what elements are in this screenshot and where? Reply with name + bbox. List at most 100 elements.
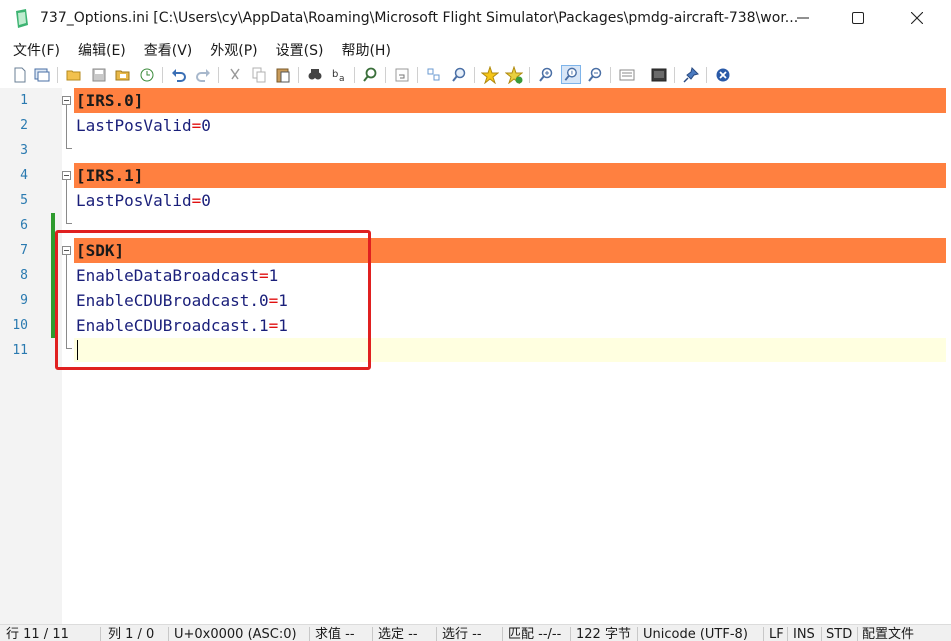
fold-toggle[interactable] xyxy=(62,171,71,180)
window-title: 737_Options.ini [C:\Users\cy\AppData\Roa… xyxy=(40,10,799,26)
status-divider xyxy=(763,627,764,641)
ini-value: 0 xyxy=(201,116,211,135)
replace-icon[interactable]: ba xyxy=(330,66,348,84)
toolbar-separator xyxy=(529,67,530,83)
menu-help[interactable]: 帮助(H) xyxy=(341,40,390,60)
svg-text:a: a xyxy=(339,74,345,84)
menu-edit[interactable]: 编辑(E) xyxy=(78,40,126,60)
browse-icon[interactable] xyxy=(114,66,132,84)
open-folder-icon[interactable] xyxy=(65,66,83,84)
status-column: 列 1 / 0 xyxy=(108,627,155,641)
section-header: [IRS.1] xyxy=(76,166,144,185)
toolbar-separator xyxy=(57,67,58,83)
toolbar-separator xyxy=(706,67,707,83)
redo-icon[interactable] xyxy=(194,66,212,84)
ini-key: LastPosValid xyxy=(76,191,192,210)
schemes-icon[interactable] xyxy=(618,66,636,84)
status-divider xyxy=(570,627,571,641)
split-icon[interactable] xyxy=(425,66,443,84)
line-number: 9 xyxy=(20,293,28,308)
status-divider xyxy=(787,627,788,641)
menu-appearance[interactable]: 外观(P) xyxy=(210,40,257,60)
menu-file[interactable]: 文件(F) xyxy=(13,40,60,60)
toolbar: ba xyxy=(0,62,951,89)
menu-view[interactable]: 查看(V) xyxy=(144,40,193,60)
scheme-config-icon[interactable] xyxy=(650,66,668,84)
undo-icon[interactable] xyxy=(170,66,188,84)
section-highlight xyxy=(74,88,946,113)
line-number: 6 xyxy=(20,218,28,233)
line-number: 11 xyxy=(12,343,28,358)
notepad2-icon xyxy=(16,9,28,28)
toolbar-separator xyxy=(474,67,475,83)
copy-icon[interactable] xyxy=(250,66,268,84)
minimize-button[interactable] xyxy=(774,0,832,36)
status-divider xyxy=(857,627,858,641)
goto-icon[interactable] xyxy=(361,66,379,84)
toolbar-separator xyxy=(298,67,299,83)
menu-bar: 文件(F) 编辑(E) 查看(V) 外观(P) 设置(S) 帮助(H) xyxy=(0,38,951,62)
pin-icon[interactable] xyxy=(682,66,700,84)
status-size: 122 字节 xyxy=(576,627,631,641)
line-number: 7 xyxy=(20,243,28,258)
line-number: 8 xyxy=(20,268,28,283)
maximize-icon xyxy=(852,12,864,24)
editor-area[interactable]: 1 2 3 4 5 6 7 8 9 10 11 [IRS.0] LastPosV… xyxy=(0,88,951,624)
toolbar-separator xyxy=(674,67,675,83)
find-icon[interactable] xyxy=(306,66,324,84)
ini-equals: = xyxy=(191,116,202,135)
status-divider xyxy=(637,627,638,641)
code-line: LastPosValid=0 xyxy=(76,113,211,138)
toolbar-separator xyxy=(162,67,163,83)
line-number: 5 xyxy=(20,193,28,208)
new-file-icon[interactable] xyxy=(11,66,29,84)
section-highlight xyxy=(74,163,946,188)
toolbar-separator xyxy=(354,67,355,83)
status-encoding[interactable]: Unicode (UTF-8) xyxy=(643,627,748,641)
fold-guide xyxy=(66,105,67,148)
line-number: 10 xyxy=(12,318,28,333)
zoom-view-icon[interactable] xyxy=(450,66,468,84)
status-bar: 行 11 / 11 列 1 / 0 U+0x0000 (ASC:0) 求值 --… xyxy=(0,624,951,641)
line-number: 4 xyxy=(20,168,28,183)
save-icon[interactable] xyxy=(90,66,108,84)
close-icon xyxy=(911,12,923,24)
maximize-button[interactable] xyxy=(829,0,887,36)
status-divider xyxy=(436,627,437,641)
menu-settings[interactable]: 设置(S) xyxy=(276,40,324,60)
ini-key: LastPosValid xyxy=(76,116,192,135)
zoom-out-icon[interactable] xyxy=(586,66,604,84)
ini-value: 0 xyxy=(201,191,211,210)
status-char-code: U+0x0000 (ASC:0) xyxy=(174,627,297,641)
annotation-highlight-box xyxy=(55,230,371,370)
zoom-in-icon[interactable] xyxy=(537,66,555,84)
line-number-gutter: 1 2 3 4 5 6 7 8 9 10 11 xyxy=(0,88,62,624)
code-line: [IRS.1] xyxy=(76,163,143,188)
status-divider xyxy=(168,627,169,641)
status-insert-mode[interactable]: INS xyxy=(793,627,815,641)
cut-icon[interactable] xyxy=(226,66,244,84)
paste-icon[interactable] xyxy=(274,66,292,84)
section-header: [IRS.0] xyxy=(76,91,144,110)
status-mode[interactable]: STD xyxy=(826,627,852,641)
zoom-reset-icon[interactable] xyxy=(561,65,581,84)
fold-toggle[interactable] xyxy=(62,96,71,105)
close-doc-icon[interactable] xyxy=(714,66,732,84)
close-button[interactable] xyxy=(888,0,946,36)
wordwrap-icon[interactable] xyxy=(393,66,411,84)
recent-icon[interactable] xyxy=(138,66,156,84)
favorites-icon[interactable] xyxy=(481,66,499,84)
code-line: [IRS.0] xyxy=(76,88,143,113)
status-selected-lines: 选行 -- xyxy=(442,627,482,641)
line-number: 2 xyxy=(20,118,28,133)
add-favorite-icon[interactable] xyxy=(505,66,523,84)
code-line: LastPosValid=0 xyxy=(76,188,211,213)
status-divider xyxy=(821,627,822,641)
status-match: 匹配 --/-- xyxy=(508,627,562,641)
new-window-icon[interactable] xyxy=(33,66,51,84)
status-eol[interactable]: LF xyxy=(769,627,784,641)
status-selection: 选定 -- xyxy=(378,627,418,641)
svg-text:b: b xyxy=(332,69,338,80)
status-sum: 求值 -- xyxy=(315,627,355,641)
status-scheme[interactable]: 配置文件 xyxy=(862,627,914,641)
